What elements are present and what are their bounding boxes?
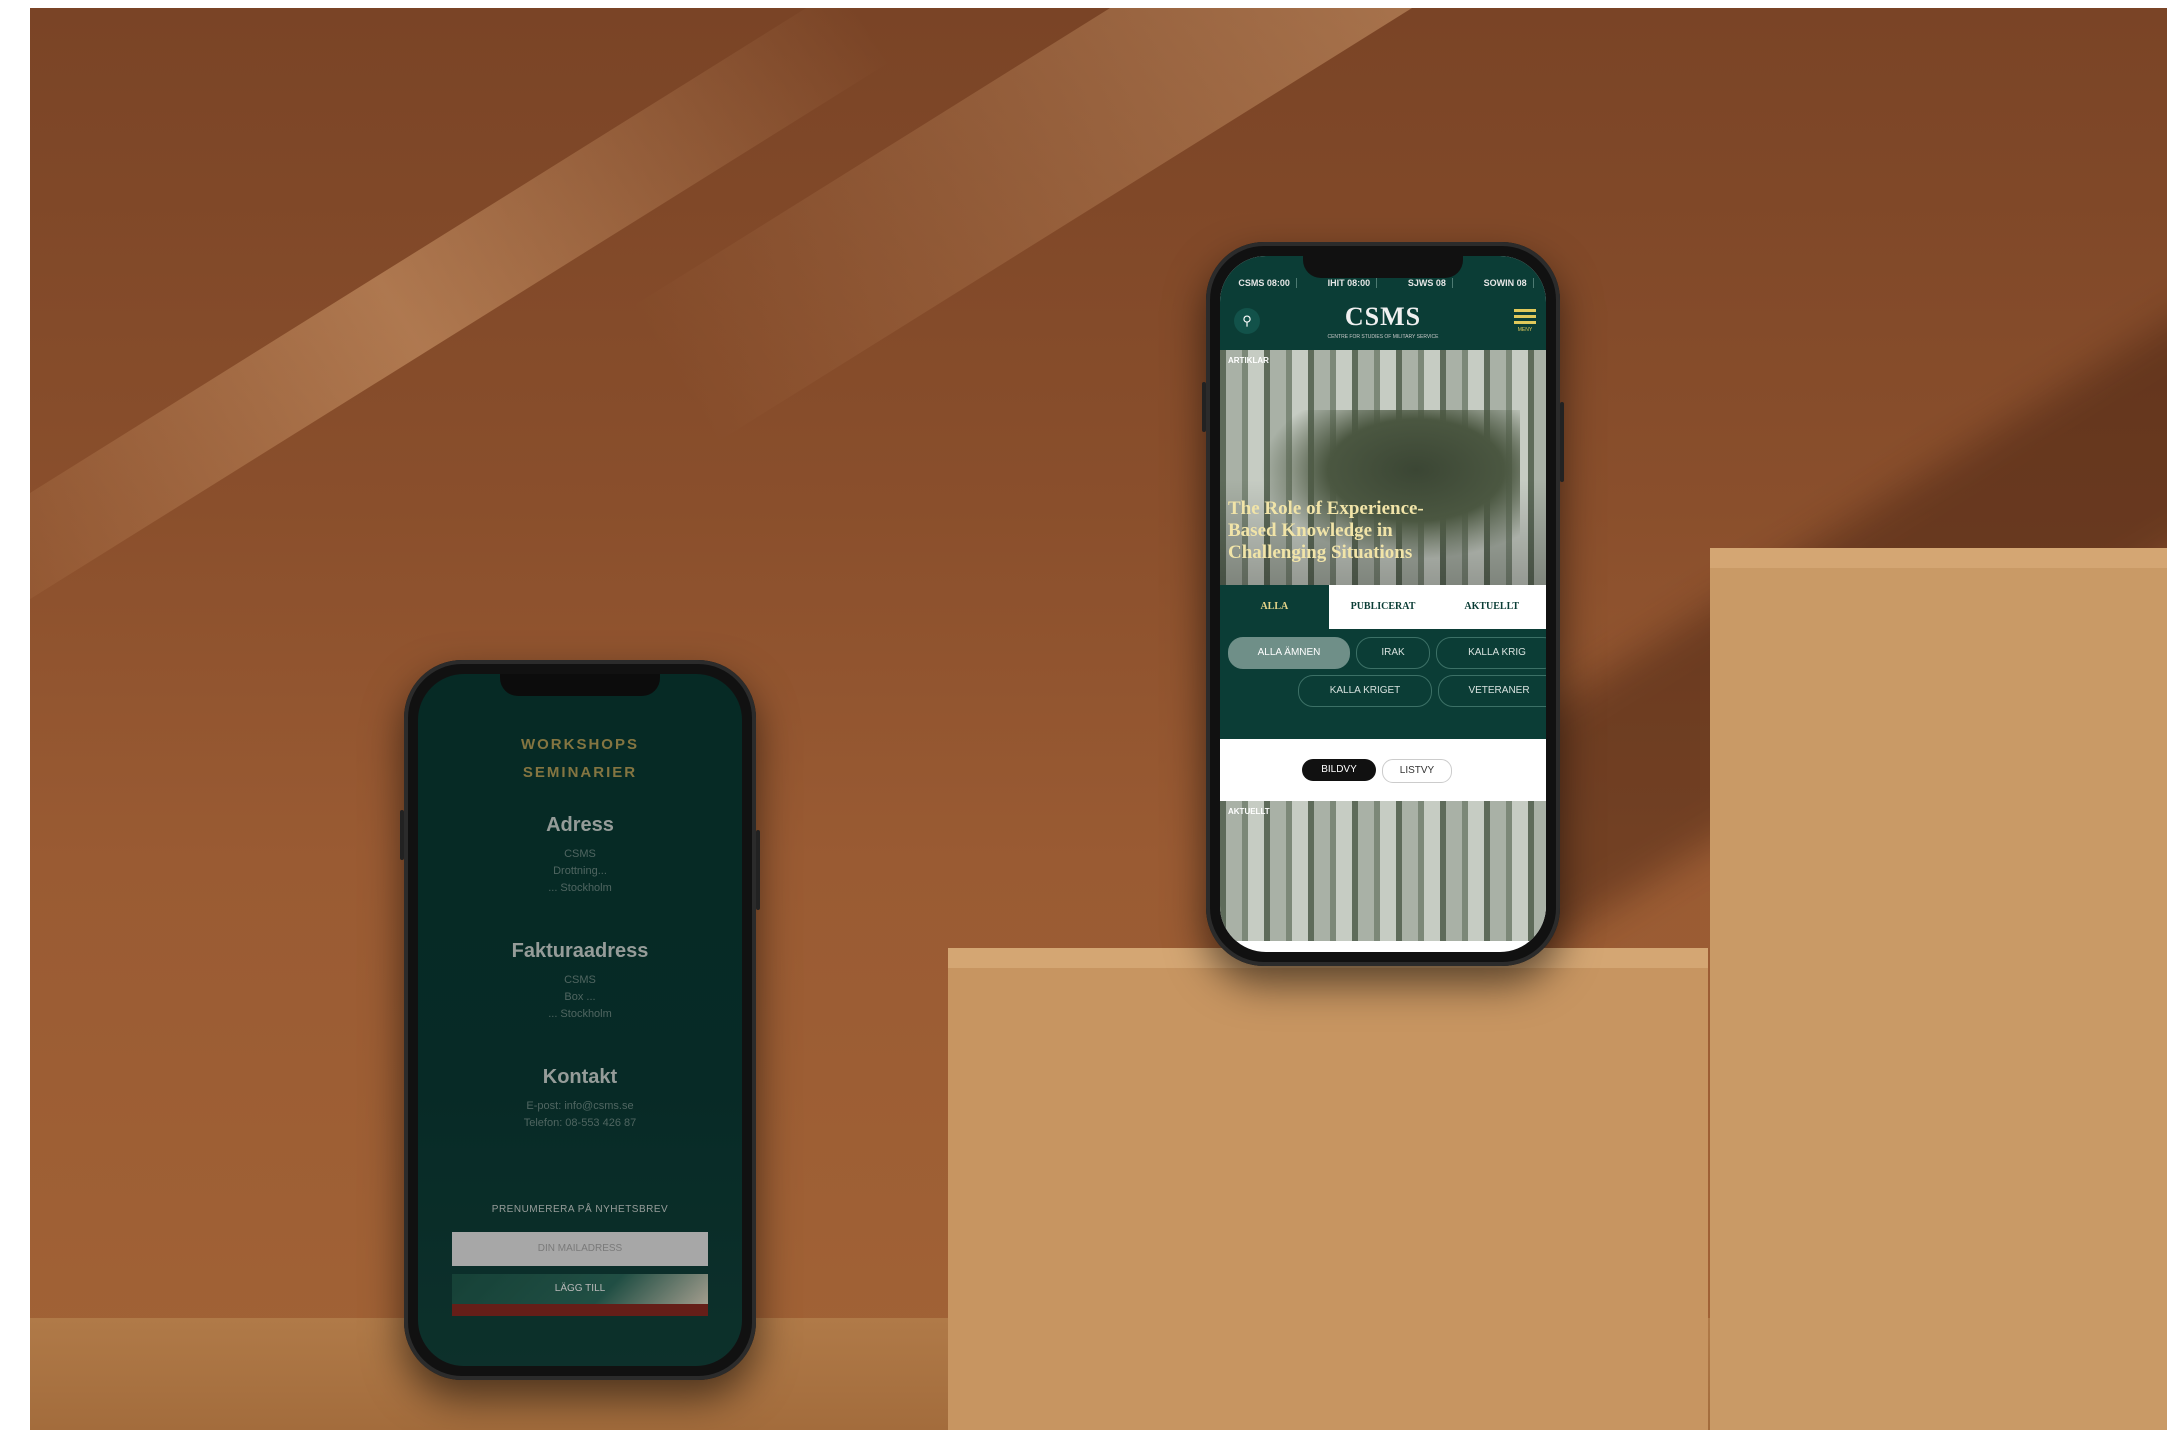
topic-filters: ALLA ÄMNEN IRAK KALLA KRIG KALLA KRIGET …: [1220, 629, 1546, 739]
address-line: Drottning...: [553, 865, 607, 877]
right-phone-screen: CSMS 08:00 IHIT 08:00 SJWS 08 SOWIN 08 ⚲…: [1220, 256, 1546, 952]
newsletter-label: PRENUMERERA PÅ NYHETSBREV: [491, 1204, 669, 1215]
contact-heading: Kontakt: [542, 1066, 618, 1088]
article-card-category: AKTUELLT: [1228, 807, 1270, 816]
site-link[interactable]: SOWIN 08: [1478, 278, 1534, 288]
newsletter-email-input[interactable]: DIN MAILADRESS: [452, 1232, 708, 1266]
invoice-line: ... Stockholm: [548, 1008, 612, 1020]
power-button: [756, 830, 760, 910]
tab-aktuellt[interactable]: AKTUELLT: [1437, 585, 1546, 629]
scene-backdrop: WORKSHOPS SEMINARIER Adress CSMS Drottni…: [30, 8, 2167, 1430]
filter-chip-kalla-kriget[interactable]: KALLA KRIGET: [1298, 675, 1432, 707]
invoice-heading: Fakturaadress: [511, 940, 649, 962]
site-logo[interactable]: CSMS: [1220, 302, 1546, 332]
view-toggle: BILDVY LISTVY: [1220, 739, 1546, 801]
tab-publicerat[interactable]: PUBLICERAT: [1329, 585, 1438, 629]
article-card-image[interactable]: AKTUELLT: [1220, 801, 1546, 941]
content-tabs: ALLA PUBLICERAT AKTUELLT: [1220, 585, 1546, 629]
invoice-line: CSMS: [564, 974, 596, 986]
hero-article[interactable]: ARTIKLAR The Role of Experience-Based Kn…: [1220, 350, 1546, 585]
view-grid-button[interactable]: BILDVY: [1302, 759, 1376, 781]
filter-chip-veteraner[interactable]: VETERANER: [1438, 675, 1546, 707]
newsletter-submit-button[interactable]: LÄGG TILL: [452, 1274, 708, 1304]
address-heading: Adress: [546, 814, 614, 836]
notch: [1303, 256, 1463, 278]
volume-button: [400, 810, 404, 860]
hero-category: ARTIKLAR: [1228, 356, 1269, 365]
tab-alla[interactable]: ALLA: [1220, 585, 1329, 629]
step-block-high-top: [1710, 548, 2167, 568]
invoice-line: Box ...: [564, 991, 596, 1003]
step-block-high: [1710, 548, 2167, 1430]
menu-label: MENY: [1517, 327, 1533, 333]
site-link[interactable]: SJWS 08: [1402, 278, 1453, 288]
hamburger-menu-icon[interactable]: MENY: [1514, 306, 1536, 333]
hero-title[interactable]: The Role of Experience-Based Knowledge i…: [1228, 498, 1448, 564]
site-link[interactable]: IHIT 08:00: [1322, 278, 1378, 288]
volume-button: [1202, 382, 1206, 432]
notch: [500, 674, 660, 696]
address-line: CSMS: [564, 848, 596, 860]
power-button: [1560, 402, 1564, 482]
footer-nav-workshops[interactable]: WORKSHOPS: [418, 736, 742, 753]
footer-nav-seminarier[interactable]: SEMINARIER: [418, 764, 742, 781]
left-phone-screen: WORKSHOPS SEMINARIER Adress CSMS Drottni…: [418, 674, 742, 1366]
site-header: ⚲ CSMS CENTRE FOR STUDIES OF MILITARY SE…: [1220, 294, 1546, 350]
contact-email[interactable]: E-post: info@csms.se: [418, 1098, 742, 1115]
phone-left: WORKSHOPS SEMINARIER Adress CSMS Drottni…: [400, 660, 760, 1380]
view-list-button[interactable]: LISTVY: [1382, 759, 1452, 783]
phone-right: CSMS 08:00 IHIT 08:00 SJWS 08 SOWIN 08 ⚲…: [1202, 242, 1564, 966]
address-line: ... Stockholm: [548, 882, 612, 894]
filter-chip-irak[interactable]: IRAK: [1356, 637, 1430, 669]
filter-chip-alla-amnen[interactable]: ALLA ÄMNEN: [1228, 637, 1350, 669]
newsletter-accent-bar: [452, 1304, 708, 1316]
site-link[interactable]: CSMS 08:00: [1232, 278, 1297, 288]
contact-phone[interactable]: Telefon: 08-553 426 87: [418, 1115, 742, 1132]
step-block-low: [948, 948, 1708, 1430]
site-logo-tagline: CENTRE FOR STUDIES OF MILITARY SERVICE: [1327, 334, 1439, 340]
filter-chip-kalla-krig[interactable]: KALLA KRIG: [1436, 637, 1546, 669]
